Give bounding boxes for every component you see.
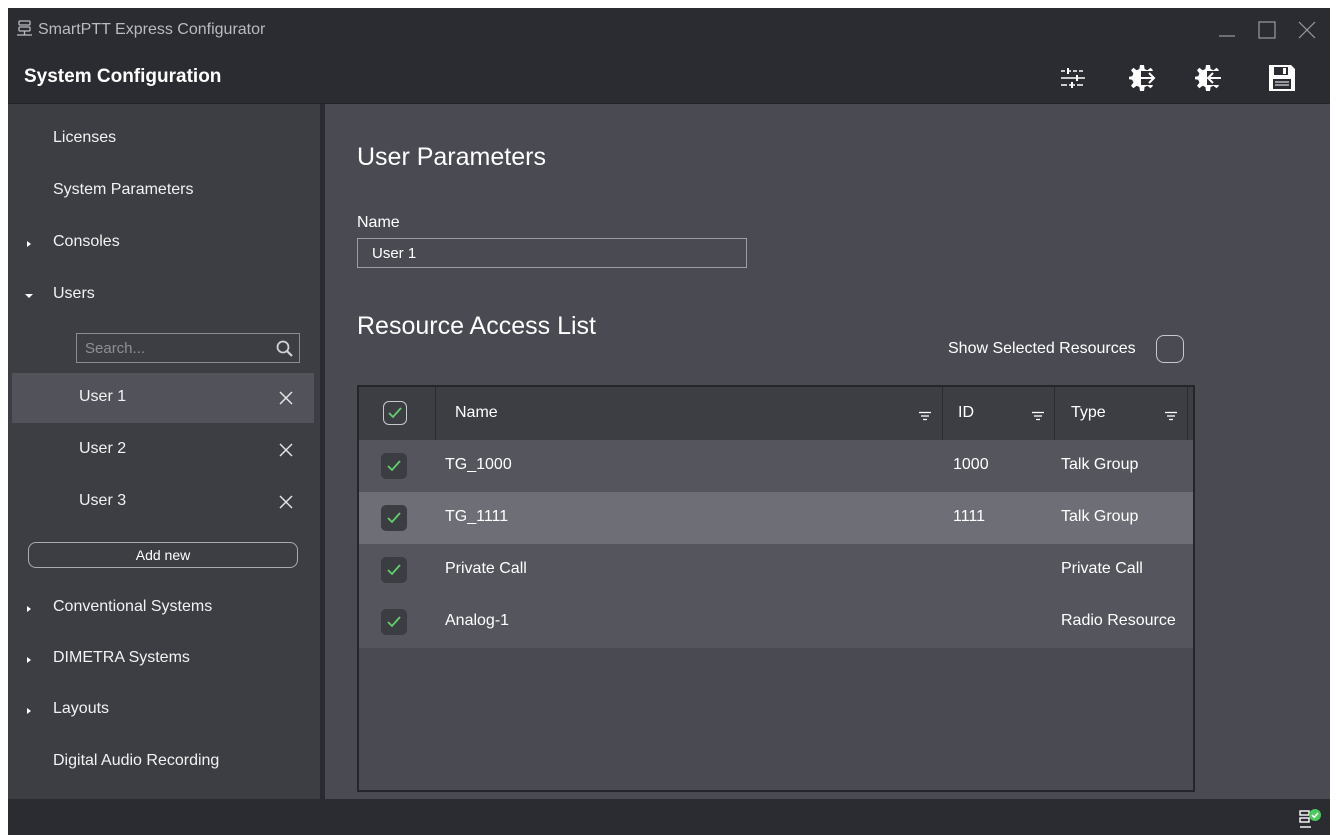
search-icon[interactable] [275, 339, 295, 359]
delete-user-icon[interactable] [278, 494, 294, 510]
name-field[interactable] [357, 238, 747, 268]
sidebar-item-licenses[interactable]: Licenses [8, 114, 314, 164]
settings-sliders-icon[interactable] [1057, 62, 1089, 94]
column-header-name[interactable]: Name [455, 404, 498, 422]
cell-name: TG_1111 [445, 508, 509, 525]
sidebar-item-dimetra-systems[interactable]: DIMETRA Systems [8, 634, 314, 684]
status-bar [8, 799, 1330, 835]
filter-icon[interactable] [1032, 408, 1044, 421]
page-title: User Parameters [357, 143, 546, 171]
sidebar-item-system-parameters[interactable]: System Parameters [8, 166, 314, 216]
sidebar-item-label: Consoles [53, 233, 120, 250]
app-window: SmartPTT Express Configurator System Con… [8, 8, 1330, 835]
row-checkbox[interactable] [381, 557, 407, 583]
cell-id: 1111 [953, 508, 986, 525]
user-list-item-user-1[interactable]: User 1 [12, 373, 314, 423]
user-list-item-user-3[interactable]: User 3 [12, 477, 314, 527]
sidebar-item-label: Licenses [53, 129, 117, 146]
sidebar-item-layouts[interactable]: Layouts [8, 685, 314, 735]
cell-type: Radio Resource [1061, 612, 1176, 629]
column-separator[interactable] [435, 387, 436, 440]
user-list-item-label: User 3 [79, 492, 127, 509]
resource-access-grid: Name ID Type TG_1000 1000 Talk Group TG_… [357, 385, 1195, 792]
cell-name: TG_1000 [445, 456, 512, 473]
table-row[interactable]: TG_1111 1111 Talk Group [359, 492, 1193, 544]
show-selected-checkbox[interactable] [1156, 335, 1184, 363]
cell-type: Private Call [1061, 560, 1143, 577]
delete-user-icon[interactable] [278, 390, 294, 406]
close-icon[interactable] [1295, 18, 1319, 42]
show-selected-label: Show Selected Resources [948, 340, 1136, 357]
header-bar: System Configuration [8, 52, 1330, 104]
delete-user-icon[interactable] [278, 442, 294, 458]
connection-ok-icon[interactable] [1298, 807, 1322, 831]
grid-header: Name ID Type [359, 387, 1193, 440]
add-new-user-button[interactable]: Add new [28, 542, 298, 568]
sidebar-item-conventional-systems[interactable]: Conventional Systems [8, 583, 314, 633]
select-all-checkbox[interactable] [383, 401, 407, 425]
user-list-item-label: User 2 [79, 440, 127, 457]
sidebar-item-label: Layouts [53, 700, 110, 717]
save-icon[interactable] [1266, 62, 1298, 94]
sidebar-item-digital-audio-recording[interactable]: Digital Audio Recording [8, 737, 314, 787]
cell-name: Analog-1 [445, 612, 510, 629]
expand-arrow-icon[interactable] [24, 237, 34, 249]
expand-arrow-icon[interactable] [24, 602, 34, 614]
sidebar-item-label: Digital Audio Recording [53, 752, 220, 769]
expand-arrow-icon[interactable] [24, 653, 34, 665]
main-panel: User Parameters Name Resource Access Lis… [325, 104, 1330, 799]
sidebar-item-label: DIMETRA Systems [53, 649, 190, 666]
table-row[interactable]: TG_1000 1000 Talk Group [359, 440, 1193, 492]
sidebar-item-consoles[interactable]: Consoles [8, 218, 314, 268]
row-checkbox[interactable] [381, 609, 407, 635]
sidebar-item-users[interactable]: Users [8, 270, 314, 320]
expand-arrow-icon[interactable] [24, 704, 34, 716]
user-list-item-label: User 1 [79, 388, 127, 405]
table-row[interactable]: Private Call Private Call [359, 544, 1193, 596]
user-search-box [76, 333, 300, 363]
column-separator[interactable] [942, 387, 943, 440]
collapse-arrow-icon[interactable] [24, 289, 34, 301]
sidebar-item-label: System Parameters [53, 181, 194, 198]
cell-name: Private Call [445, 560, 527, 577]
user-search-input[interactable] [77, 334, 267, 362]
row-checkbox[interactable] [381, 505, 407, 531]
server-icon [16, 20, 34, 38]
table-row[interactable]: Analog-1 Radio Resource [359, 596, 1193, 648]
filter-icon[interactable] [919, 408, 931, 421]
page-header-title: System Configuration [24, 66, 222, 87]
column-header-type[interactable]: Type [1071, 404, 1106, 422]
name-field-label: Name [357, 214, 400, 231]
filter-icon[interactable] [1165, 408, 1177, 421]
export-config-icon[interactable] [1192, 62, 1224, 94]
column-separator[interactable] [1054, 387, 1055, 440]
cell-id: 1000 [953, 456, 989, 473]
sidebar-item-label: Users [53, 285, 95, 302]
maximize-icon[interactable] [1255, 18, 1279, 42]
window-title: SmartPTT Express Configurator [38, 21, 266, 38]
row-checkbox[interactable] [381, 453, 407, 479]
sidebar-item-label: Conventional Systems [53, 598, 213, 615]
cell-type: Talk Group [1061, 508, 1139, 525]
section-title: Resource Access List [357, 312, 596, 340]
minimize-icon[interactable] [1215, 18, 1239, 42]
title-bar: SmartPTT Express Configurator [8, 8, 1330, 52]
import-config-icon[interactable] [1126, 62, 1158, 94]
column-separator[interactable] [1187, 387, 1188, 440]
column-header-id[interactable]: ID [958, 404, 974, 422]
user-list-item-user-2[interactable]: User 2 [12, 425, 314, 475]
cell-type: Talk Group [1061, 456, 1139, 473]
sidebar: Licenses System Parameters Consoles User… [8, 104, 320, 799]
